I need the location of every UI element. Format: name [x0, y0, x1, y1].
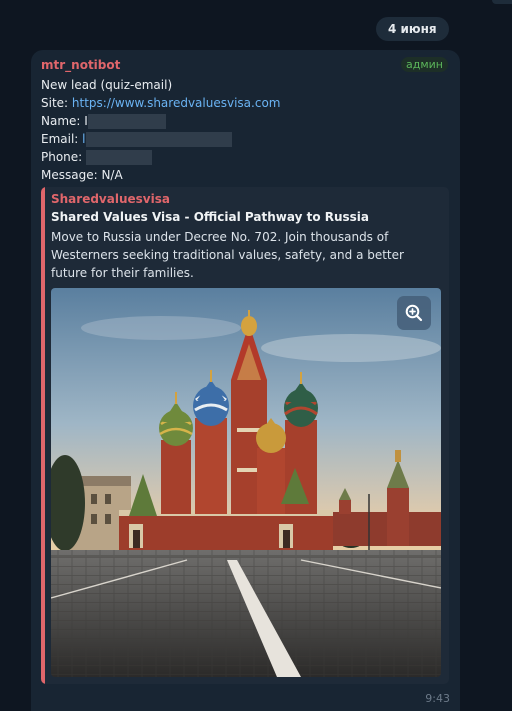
- message-text: New lead (quiz-email) Site: https://www.…: [41, 76, 280, 184]
- phone-line: Phone:: [41, 148, 280, 166]
- message-time: 9:43: [425, 692, 450, 705]
- zoom-button[interactable]: [397, 296, 431, 330]
- preview-site-name: Sharedvaluesvisa: [51, 192, 170, 206]
- cathedral-illustration: [51, 288, 441, 677]
- redaction-block: [86, 150, 153, 165]
- message-value: N/A: [101, 168, 123, 182]
- scroll-indicator: [492, 0, 512, 4]
- message-label: Message:: [41, 168, 102, 182]
- phone-label: Phone:: [41, 150, 87, 164]
- email-label: Email:: [41, 132, 83, 146]
- redaction-block: [87, 114, 166, 129]
- lead-title: New lead (quiz-email): [41, 78, 173, 92]
- admin-badge: админ: [401, 57, 448, 72]
- date-separator: 4 июня: [376, 17, 449, 41]
- site-link[interactable]: https://www.sharedvaluesvisa.com: [72, 96, 281, 110]
- message-bubble[interactable]: mtr_notibot админ New lead (quiz-email) …: [31, 50, 460, 711]
- preview-description: Move to Russia under Decree No. 702. Joi…: [51, 230, 404, 280]
- site-line: Site: https://www.sharedvaluesvisa.com: [41, 94, 280, 112]
- preview-image[interactable]: [51, 288, 441, 677]
- link-preview[interactable]: Sharedvaluesvisa Shared Values Visa - Of…: [41, 187, 449, 684]
- message-line: Message: N/A: [41, 166, 280, 184]
- preview-accent-bar: [41, 187, 45, 684]
- sender-name[interactable]: mtr_notibot: [41, 58, 120, 72]
- email-line: Email: l: [41, 130, 280, 148]
- name-line: Name: I: [41, 112, 280, 130]
- preview-title: Shared Values Visa - Official Pathway to…: [51, 210, 370, 224]
- redaction-block: [85, 132, 232, 147]
- zoom-in-icon: [405, 304, 423, 322]
- name-label: Name:: [41, 114, 85, 128]
- site-label: Site:: [41, 96, 72, 110]
